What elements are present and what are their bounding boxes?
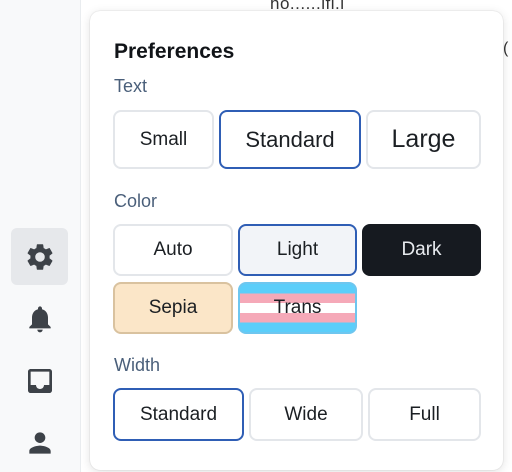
width-wide-option[interactable]: Wide xyxy=(249,388,363,441)
panel-title: Preferences xyxy=(114,40,235,63)
width-standard-option[interactable]: Standard xyxy=(113,388,244,441)
text-size-large-option[interactable]: Large xyxy=(366,110,481,169)
color-sepia-option[interactable]: Sepia xyxy=(113,282,233,334)
gear-icon xyxy=(27,243,52,270)
sidebar xyxy=(0,0,81,472)
text-size-standard-option[interactable]: Standard xyxy=(219,110,361,169)
color-trans-option[interactable]: Trans xyxy=(238,282,357,334)
inbox-button[interactable] xyxy=(11,352,68,409)
text-size-small-option[interactable]: Small xyxy=(113,110,214,169)
bell-icon xyxy=(28,305,51,332)
width-full-option[interactable]: Full xyxy=(368,388,481,441)
text-section-label: Text xyxy=(114,76,148,96)
settings-button[interactable] xyxy=(11,228,68,285)
profile-button[interactable] xyxy=(11,414,68,471)
color-light-option[interactable]: Light xyxy=(238,224,357,276)
color-auto-option[interactable]: Auto xyxy=(113,224,233,276)
notifications-button[interactable] xyxy=(11,290,68,347)
width-section-label: Width xyxy=(114,355,161,375)
inbox-icon xyxy=(27,368,52,393)
preferences-panel: Preferences Text Small Standard Large Co… xyxy=(90,11,503,470)
background-edge-glyph: ( xyxy=(503,40,509,57)
user-icon xyxy=(28,431,51,454)
color-dark-option[interactable]: Dark xyxy=(362,224,481,276)
color-section-label: Color xyxy=(114,191,158,211)
